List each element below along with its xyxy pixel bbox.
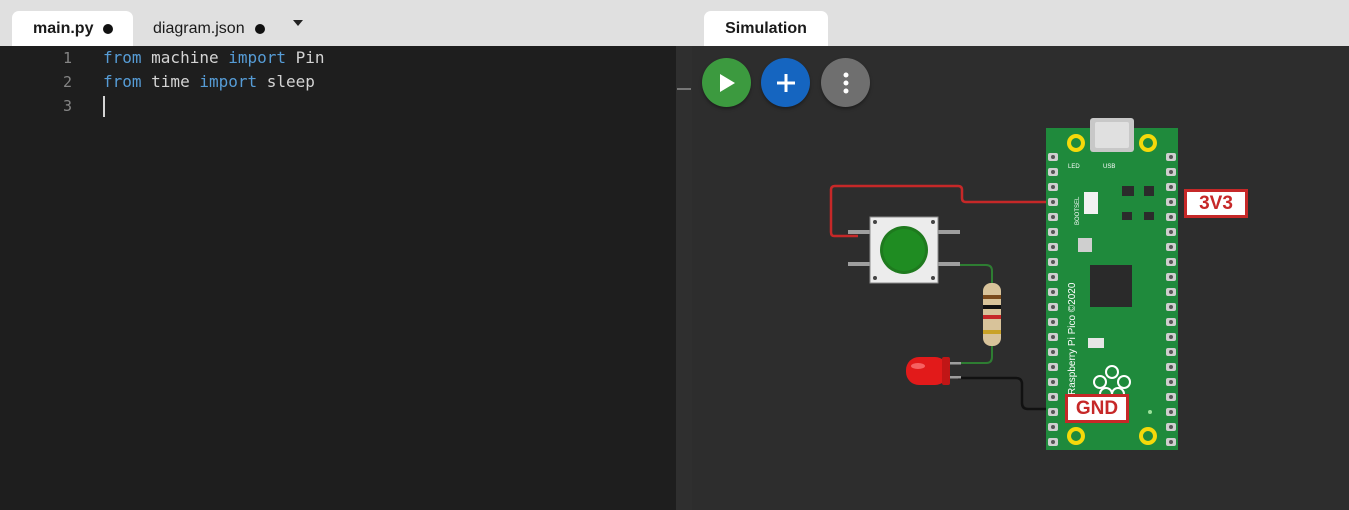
header-pin-hole [1169,335,1173,339]
header-pin-hole [1169,215,1173,219]
header-pin-hole [1051,200,1055,204]
header-pin-hole [1051,365,1055,369]
header-pin-hole [1169,305,1173,309]
header-pin-hole [1051,230,1055,234]
header-pin-hole [1169,350,1173,354]
header-pin-hole [1169,230,1173,234]
header-pin-hole [1169,170,1173,174]
led[interactable] [906,357,961,385]
header-pin-hole [1169,260,1173,264]
header-pin-hole [1051,320,1055,324]
header-pin-hole [1051,380,1055,384]
header-pin-hole [1051,425,1055,429]
header-pin-hole [1051,170,1055,174]
pin-label-gnd: GND [1065,394,1129,423]
led-silkscreen: LED [1068,164,1080,170]
header-pin-hole [1051,245,1055,249]
header-pin-hole [1169,245,1173,249]
header-pin-hole [1051,305,1055,309]
bootsel-silkscreen: BOOTSEL [1075,196,1081,225]
header-pin-hole [1169,395,1173,399]
header-pin-hole [1169,200,1173,204]
signal-wire[interactable] [960,264,993,285]
header-pin-hole [1169,440,1173,444]
header-pin-hole [1051,350,1055,354]
board-name-silkscreen: Raspberry Pi Pico ©2020 [1067,282,1078,395]
header-pin-hole [1169,275,1173,279]
header-pin-hole [1169,155,1173,159]
usb-silkscreen: USB [1103,164,1115,170]
header-pin-hole [1169,365,1173,369]
header-pin-hole [1051,275,1055,279]
header-pin-hole [1051,410,1055,414]
header-pin-hole [1169,290,1173,294]
header-pin-hole [1169,410,1173,414]
header-pin-hole [1051,335,1055,339]
header-pin-hole [1169,425,1173,429]
header-pin-hole [1051,185,1055,189]
resistor[interactable] [983,283,1001,346]
resistor-led-wire[interactable] [958,344,993,364]
header-pin-hole [1169,320,1173,324]
header-pin-hole [1051,440,1055,444]
header-pin-hole [1051,290,1055,294]
header-pin-hole [1051,155,1055,159]
header-pin-hole [1169,380,1173,384]
header-pin-hole [1051,215,1055,219]
circuit-diagram: LED USB BOOTSEL Raspberry Pi Pico ©2020 [829,118,1178,450]
pin-label-3v3: 3V3 [1184,189,1248,218]
pushbutton[interactable] [848,216,960,284]
header-pin-hole [1169,185,1173,189]
header-pin-hole [1051,395,1055,399]
header-pin-hole [1051,260,1055,264]
